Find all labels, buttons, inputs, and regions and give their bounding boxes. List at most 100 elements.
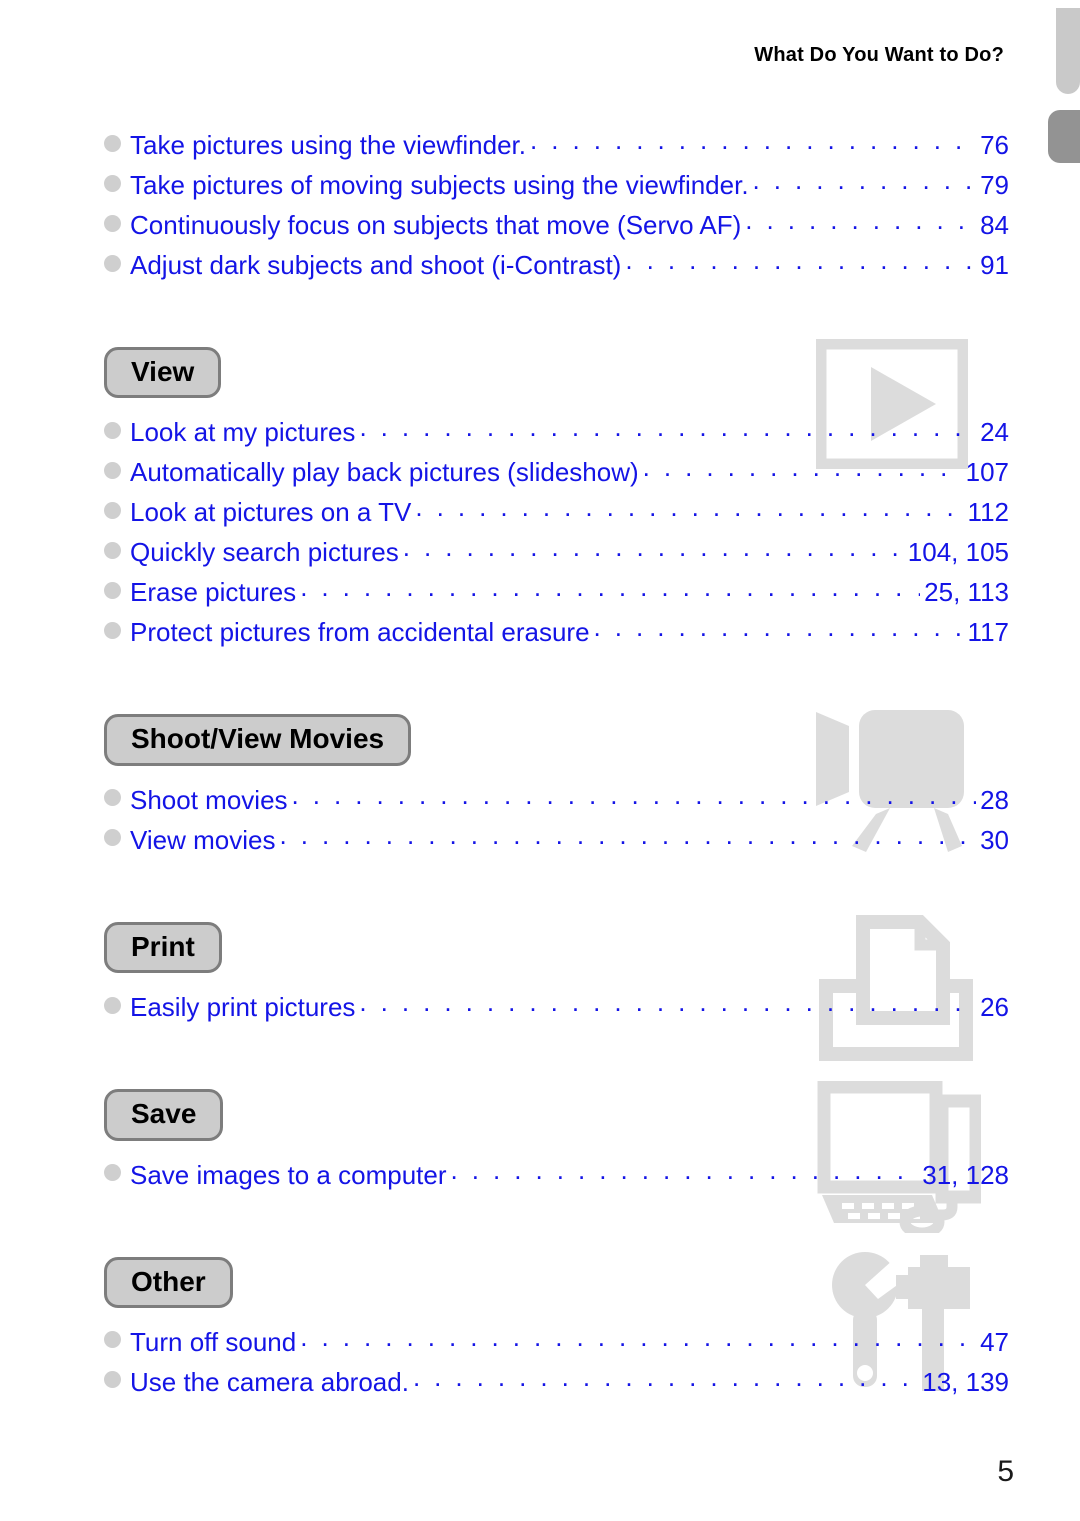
leader-dots bbox=[413, 1357, 918, 1397]
toc-entry-label: Continuously focus on subjects that move… bbox=[130, 210, 742, 240]
leader-dots bbox=[300, 567, 920, 607]
bullet-icon bbox=[104, 214, 121, 232]
section-title-other: Other bbox=[104, 1256, 233, 1308]
section-title-print: Print bbox=[104, 921, 222, 974]
toc-section-movies: Shoot/View Movies Shoot movies 28 View m… bbox=[104, 710, 1009, 860]
toc-content: Take pictures using the viewfinder. 76 T… bbox=[104, 125, 1009, 1402]
toc-entry-label: Adjust dark subjects and shoot (i-Contra… bbox=[130, 250, 622, 280]
toc-entry[interactable]: Quickly search pictures 104, 105 bbox=[104, 532, 1009, 572]
toc-entry-page: 84 bbox=[980, 210, 1009, 240]
toc-entry-label: Look at my pictures bbox=[130, 417, 356, 448]
leader-dots bbox=[530, 120, 976, 160]
toc-entry-page: 104, 105 bbox=[907, 537, 1009, 568]
bullet-icon bbox=[104, 134, 121, 152]
toc-entry[interactable]: Shoot movies 28 bbox=[104, 780, 1009, 820]
leader-dots bbox=[359, 407, 976, 447]
toc-entry[interactable]: Protect pictures from accidental erasure… bbox=[104, 612, 1009, 652]
leader-dots bbox=[643, 447, 962, 487]
toc-entry-label: Shoot movies bbox=[130, 784, 288, 815]
toc-entry-page: 28 bbox=[980, 784, 1009, 815]
leader-dots bbox=[625, 240, 976, 280]
toc-entry[interactable]: Adjust dark subjects and shoot (i-Contra… bbox=[104, 245, 1009, 285]
toc-entry-page: 79 bbox=[980, 170, 1009, 200]
toc-entry-page: 112 bbox=[967, 497, 1009, 528]
toc-entry-label: Protect pictures from accidental erasure bbox=[130, 617, 590, 648]
bullet-icon bbox=[104, 829, 121, 847]
leader-dots bbox=[451, 1150, 919, 1190]
toc-entry-page: 24 bbox=[980, 417, 1009, 448]
toc-entry-list-intro: Take pictures using the viewfinder. 76 T… bbox=[104, 125, 1009, 285]
bullet-icon bbox=[104, 461, 121, 479]
toc-entry-page: 107 bbox=[965, 457, 1009, 488]
bullet-icon bbox=[104, 174, 121, 192]
toc-entry-label: Save images to a computer bbox=[130, 1159, 447, 1190]
chapter-tab-marker-light bbox=[1056, 8, 1080, 94]
bullet-icon bbox=[104, 581, 121, 599]
toc-entry-label: Quickly search pictures bbox=[130, 537, 399, 568]
toc-entry-label: Use the camera abroad. bbox=[130, 1366, 409, 1397]
bullet-icon bbox=[104, 789, 121, 807]
toc-entry[interactable]: Look at pictures on a TV 112 bbox=[104, 492, 1009, 532]
toc-entry-list-other: Turn off sound 47 Use the camera abroad.… bbox=[104, 1322, 1009, 1402]
bullet-icon bbox=[104, 421, 121, 439]
toc-entry[interactable]: View movies 30 bbox=[104, 820, 1009, 860]
bullet-icon bbox=[104, 1371, 121, 1389]
toc-entry-label: Turn off sound bbox=[130, 1326, 297, 1357]
toc-entry-page: 26 bbox=[980, 992, 1009, 1023]
bullet-icon bbox=[104, 541, 121, 559]
bullet-icon bbox=[104, 1331, 121, 1349]
toc-entry[interactable]: Automatically play back pictures (slides… bbox=[104, 452, 1009, 492]
toc-entry-page: 117 bbox=[967, 617, 1009, 648]
toc-entry-label: Look at pictures on a TV bbox=[130, 497, 412, 528]
toc-entry-list-movies: Shoot movies 28 View movies 30 bbox=[104, 780, 1009, 860]
toc-entry[interactable]: Erase pictures 25, 113 bbox=[104, 572, 1009, 612]
bullet-icon bbox=[104, 621, 121, 639]
toc-entry[interactable]: Continuously focus on subjects that move… bbox=[104, 205, 1009, 245]
bullet-icon bbox=[104, 996, 121, 1014]
toc-entry-page: 30 bbox=[980, 824, 1009, 855]
toc-entry-page: 13, 139 bbox=[922, 1366, 1009, 1397]
toc-entry-page: 47 bbox=[980, 1326, 1009, 1357]
bullet-icon bbox=[104, 1164, 121, 1182]
toc-entry[interactable]: Save images to a computer 31, 128 bbox=[104, 1155, 1009, 1195]
toc-entry-label: Take pictures using the viewfinder. bbox=[130, 130, 526, 160]
toc-entry[interactable]: Use the camera abroad. 13, 139 bbox=[104, 1362, 1009, 1402]
toc-entry-label: Easily print pictures bbox=[130, 992, 356, 1023]
toc-entry-label: View movies bbox=[130, 824, 276, 855]
toc-entry[interactable]: Take pictures of moving subjects using t… bbox=[104, 165, 1009, 205]
leader-dots bbox=[359, 982, 976, 1022]
leader-dots bbox=[279, 815, 976, 855]
toc-entry[interactable]: Look at my pictures 24 bbox=[104, 412, 1009, 452]
section-title-view: View bbox=[104, 347, 222, 399]
toc-section-intro: Take pictures using the viewfinder. 76 T… bbox=[104, 125, 1009, 285]
chapter-tab-marker-dark bbox=[1048, 110, 1080, 163]
toc-entry[interactable]: Turn off sound 47 bbox=[104, 1322, 1009, 1362]
toc-entry-label: Take pictures of moving subjects using t… bbox=[130, 170, 749, 200]
toc-entry-page: 91 bbox=[980, 250, 1009, 280]
toc-section-view: View Look at my pictures 24 Automaticall… bbox=[104, 339, 1009, 652]
section-title-movies: Shoot/View Movies bbox=[104, 714, 412, 766]
leader-dots bbox=[415, 487, 963, 527]
toc-entry-list-save: Save images to a computer 31, 128 bbox=[104, 1155, 1009, 1195]
running-header-title: What Do You Want to Do? bbox=[754, 44, 1004, 66]
leader-dots bbox=[745, 200, 976, 240]
toc-entry-list-view: Look at my pictures 24 Automatically pla… bbox=[104, 412, 1009, 652]
page-number: 5 bbox=[997, 1455, 1014, 1488]
bullet-icon bbox=[104, 254, 121, 272]
leader-dots bbox=[292, 775, 977, 815]
leader-dots bbox=[403, 527, 904, 567]
toc-section-print: Print Easily print pictures 26 bbox=[104, 914, 1009, 1061]
toc-entry-page: 25, 113 bbox=[924, 577, 1009, 608]
toc-entry[interactable]: Easily print pictures 26 bbox=[104, 987, 1009, 1027]
toc-section-other: Other Turn off sound 47 Use the camera a… bbox=[104, 1251, 1009, 1402]
toc-entry[interactable]: Take pictures using the viewfinder. 76 bbox=[104, 125, 1009, 165]
toc-entry-label: Erase pictures bbox=[130, 577, 297, 608]
toc-entry-list-print: Easily print pictures 26 bbox=[104, 987, 1009, 1027]
toc-section-save: Save Save images to a computer 31, 128 bbox=[104, 1081, 1009, 1234]
leader-dots bbox=[300, 1317, 976, 1357]
toc-entry-page: 31, 128 bbox=[922, 1159, 1009, 1190]
toc-entry-page: 76 bbox=[980, 130, 1009, 160]
section-title-save: Save bbox=[104, 1089, 224, 1141]
leader-dots bbox=[753, 160, 977, 200]
bullet-icon bbox=[104, 501, 121, 519]
